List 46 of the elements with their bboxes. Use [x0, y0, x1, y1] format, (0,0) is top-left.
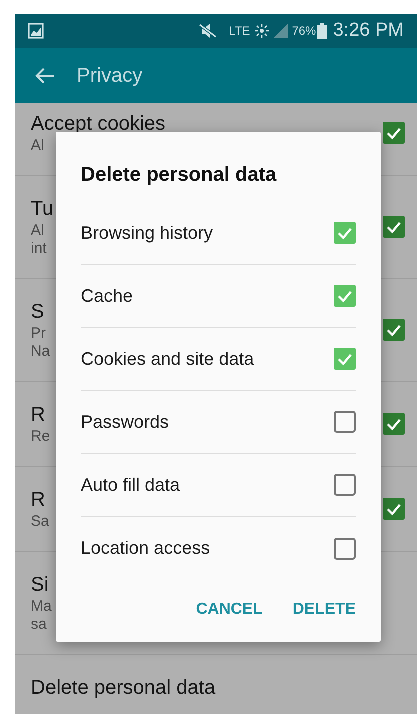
checkbox[interactable]: [383, 216, 405, 238]
checkbox[interactable]: [334, 474, 356, 496]
checkbox[interactable]: [383, 413, 405, 435]
setting-summary: sa: [31, 616, 47, 634]
checkbox[interactable]: [383, 122, 405, 144]
checkbox[interactable]: [334, 348, 356, 370]
toolbar-title: Privacy: [77, 64, 143, 88]
setting-title: Si: [31, 573, 49, 598]
image-icon: [28, 23, 44, 39]
checkbox[interactable]: [383, 319, 405, 341]
checkbox[interactable]: [334, 538, 356, 560]
option-label: Cache: [81, 284, 134, 308]
setting-summary: Al: [31, 222, 44, 240]
clock-time: 3:26 PM: [333, 18, 404, 43]
mute-icon: [199, 23, 218, 39]
signal-icon: [273, 24, 290, 38]
setting-summary: Re: [31, 428, 50, 446]
option-label: Browsing history: [81, 222, 214, 245]
option-label: Location access: [81, 537, 212, 560]
setting-summary: Sa: [31, 513, 50, 531]
checkbox[interactable]: [383, 498, 405, 520]
setting-summary: Pr: [31, 325, 46, 343]
dialog-button[interactable]: CANCEL: [196, 598, 263, 622]
network-type: LTE: [229, 23, 250, 40]
setting-title: Accept cookies: [31, 112, 166, 137]
dialog-button[interactable]: DELETE: [292, 598, 356, 622]
back-arrow-icon[interactable]: [35, 66, 55, 84]
option-label: Passwords: [81, 410, 170, 434]
option-label: Auto fill data: [81, 474, 182, 496]
setting-summary: Na: [31, 343, 50, 361]
setting-summary: Ma: [31, 598, 52, 616]
battery-icon: [317, 23, 328, 39]
checkbox[interactable]: [334, 222, 356, 244]
setting-title: R: [31, 403, 46, 428]
option-label: Cookies and site data: [81, 348, 256, 370]
setting-summary: int: [31, 240, 47, 258]
setting-title: R: [31, 488, 46, 513]
checkbox[interactable]: [334, 411, 356, 433]
setting-title: Tu: [31, 197, 54, 222]
sun-icon: [254, 23, 270, 39]
checkbox[interactable]: [334, 285, 356, 307]
battery-percent: 76%: [292, 23, 316, 40]
setting-summary: Al: [31, 137, 44, 155]
dialog-title: Delete personal data: [81, 163, 278, 188]
setting-title: Delete personal data: [31, 676, 216, 701]
setting-title: S: [31, 300, 44, 325]
